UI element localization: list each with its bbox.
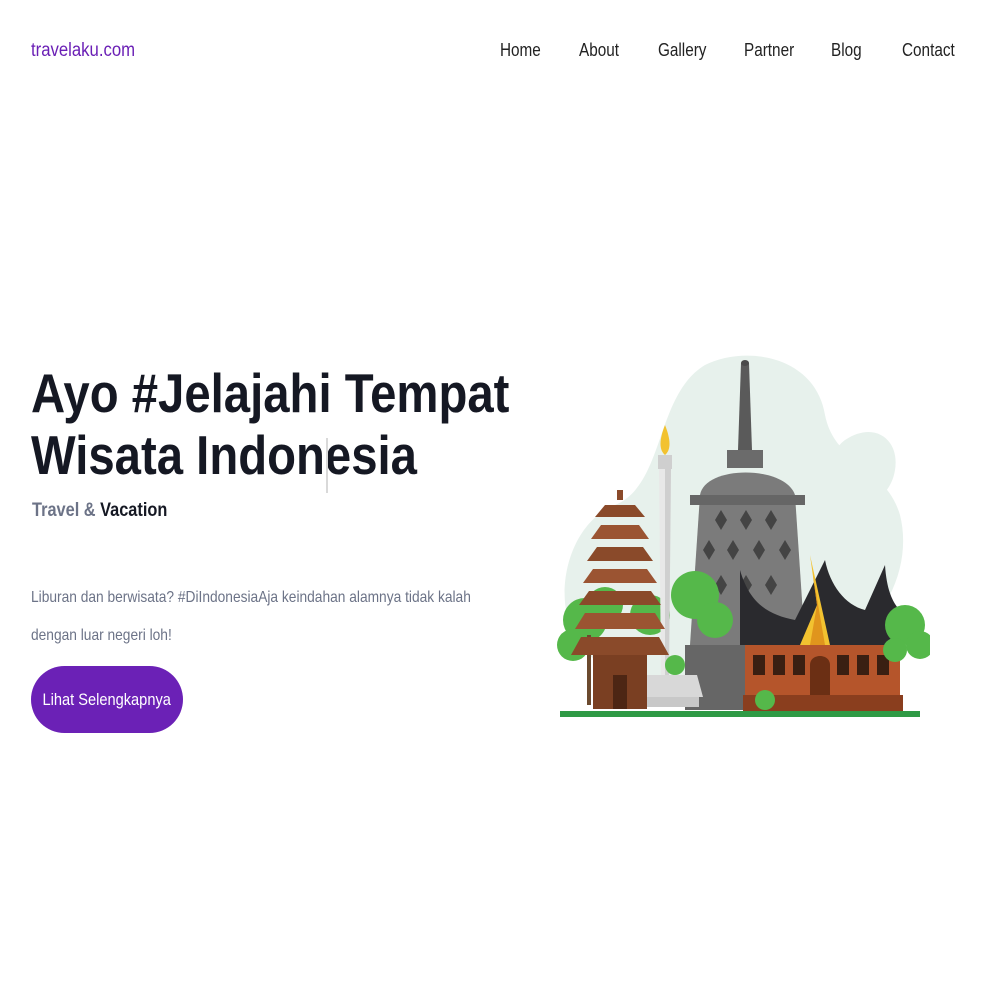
subtitle-travel: Travel & xyxy=(32,500,96,521)
see-more-button[interactable]: Lihat Selengkapnya xyxy=(31,666,183,733)
nav-gallery[interactable]: Gallery xyxy=(658,40,706,61)
nav-home[interactable]: Home xyxy=(500,40,541,61)
hero-description: Liburan dan berwisata? #DiIndonesiaAja k… xyxy=(31,589,471,644)
hero-subtitle: Travel & Vacation xyxy=(32,500,167,522)
navbar: travelaku.com Home About Gallery Partner… xyxy=(0,0,1000,106)
hero-title-line-2: Wisata Indonesia xyxy=(31,424,417,486)
typing-cursor xyxy=(326,438,328,493)
indonesian-landmarks-illustration xyxy=(557,355,930,717)
see-more-label: Lihat Selengkapnya xyxy=(42,689,172,709)
hero-title: Ayo #Jelajahi Tempat Wisata Indonesia xyxy=(31,362,509,486)
nav-blog[interactable]: Blog xyxy=(831,40,862,61)
subtitle-vacation: Vacation xyxy=(100,500,168,521)
brand-logo[interactable]: travelaku.com xyxy=(31,40,135,62)
hero-title-line-1: Ayo #Jelajahi Tempat xyxy=(31,362,510,424)
nav-partner[interactable]: Partner xyxy=(744,40,794,61)
nav-contact[interactable]: Contact xyxy=(902,40,955,61)
nav-about[interactable]: About xyxy=(579,40,619,61)
ground-line xyxy=(560,711,920,717)
